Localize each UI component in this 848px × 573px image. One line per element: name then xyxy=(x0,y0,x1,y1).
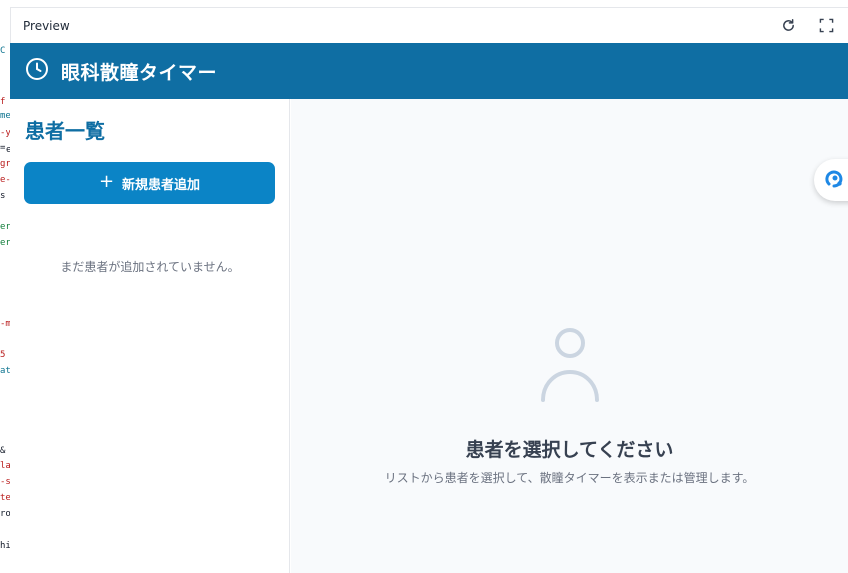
code-line: = xyxy=(0,143,6,153)
code-line: hi xyxy=(0,541,10,551)
code-line: te xyxy=(0,493,10,503)
sidebar-title: 患者一覧 xyxy=(25,119,105,143)
code-line: -m xyxy=(0,319,10,329)
code-line: 5 xyxy=(0,350,6,360)
preview-actions xyxy=(780,18,834,34)
assistant-badge[interactable] xyxy=(814,159,848,201)
code-line: er xyxy=(0,238,10,248)
code-line: me xyxy=(0,111,10,121)
add-patient-button[interactable]: + 新規患者追加 xyxy=(24,162,275,204)
plus-icon: + xyxy=(98,171,115,192)
app-root: C f me -y = e gr e- s er er -m 5 at & la… xyxy=(0,0,848,573)
app-title: 眼科散瞳タイマー xyxy=(61,61,218,84)
refresh-icon[interactable] xyxy=(780,18,796,34)
code-line: la xyxy=(0,461,10,471)
user-icon xyxy=(540,326,600,406)
empty-state-subtitle: リストから患者を選択して、散瞳タイマーを表示または管理します。 xyxy=(384,471,755,485)
app-header: 眼科散瞳タイマー xyxy=(10,43,848,99)
code-line: f xyxy=(0,97,6,107)
empty-patient-message: まだ患者が追加されていません。 xyxy=(60,260,240,274)
code-editor-strip[interactable]: C f me -y = e gr e- s er er -m 5 at & la… xyxy=(0,0,10,573)
main-panel: 患者を選択してください リストから患者を選択して、散瞳タイマーを表示または管理し… xyxy=(291,99,848,573)
code-line: -y xyxy=(0,128,10,138)
code-line: -s xyxy=(0,477,10,487)
code-line: & xyxy=(0,446,6,456)
preview-title: Preview xyxy=(23,18,70,33)
code-line: s xyxy=(0,191,6,201)
assistant-icon xyxy=(825,168,845,192)
preview-toolbar: Preview xyxy=(10,7,848,43)
clock-icon xyxy=(25,57,49,85)
code-line: at xyxy=(0,366,10,376)
add-patient-button-label: 新規患者追加 xyxy=(122,177,201,193)
empty-state-title: 患者を選択してください xyxy=(465,439,674,461)
code-line: er xyxy=(0,222,10,232)
fullscreen-icon[interactable] xyxy=(818,18,834,34)
code-line: gr xyxy=(0,159,10,169)
code-line: ro xyxy=(0,509,10,519)
patient-sidebar: 患者一覧 + 新規患者追加 まだ患者が追加されていません。 xyxy=(10,99,290,573)
code-line: C xyxy=(0,46,6,56)
code-line: e- xyxy=(0,175,10,185)
